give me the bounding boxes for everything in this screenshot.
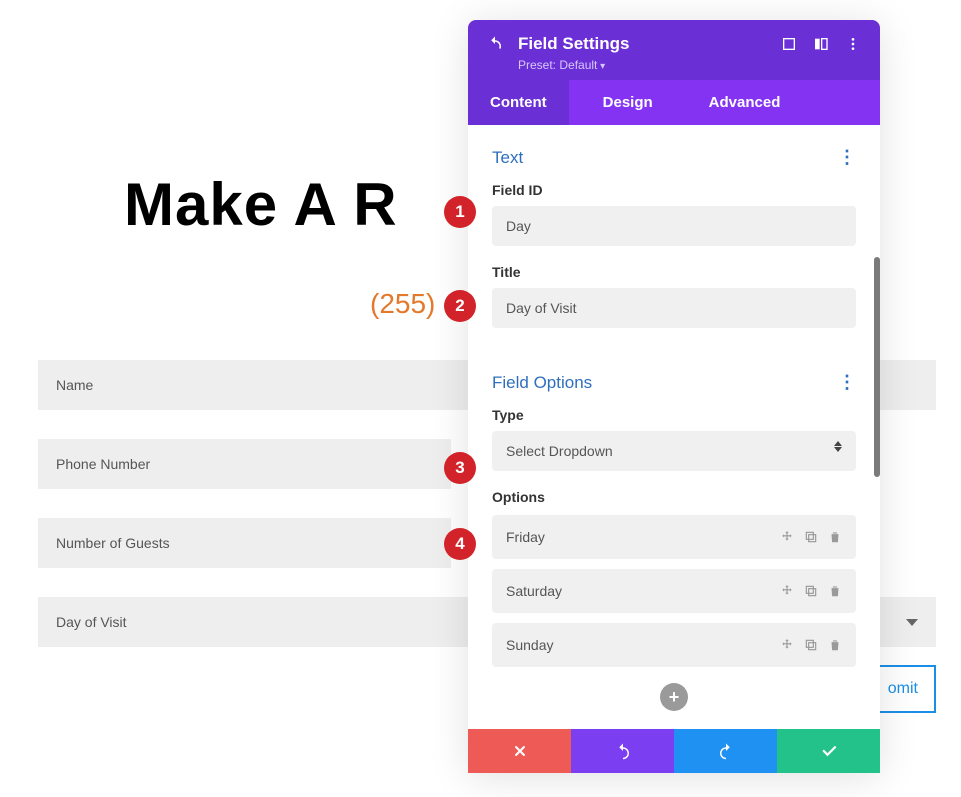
- submit-button-label: omit: [888, 680, 918, 698]
- annotation-marker-3: 3: [444, 452, 476, 484]
- confirm-button[interactable]: [777, 729, 880, 773]
- option-label: Sunday: [506, 637, 780, 653]
- move-icon[interactable]: [780, 638, 794, 652]
- panel-body: Text ⋮ Field ID Day Title Day of Visit F…: [468, 125, 880, 729]
- duplicate-icon[interactable]: [804, 530, 818, 544]
- duplicate-icon[interactable]: [804, 584, 818, 598]
- option-row[interactable]: Saturday: [492, 569, 856, 613]
- field-id-block: Field ID Day: [468, 178, 880, 260]
- field-settings-panel: Field Settings Preset: Default Content D…: [468, 20, 880, 773]
- options-label: Options: [492, 489, 856, 505]
- tabs: Content Design Advanced: [468, 80, 880, 125]
- trash-icon[interactable]: [828, 638, 842, 652]
- tab-design[interactable]: Design: [581, 80, 675, 125]
- trash-icon[interactable]: [828, 530, 842, 544]
- option-controls: [780, 638, 842, 652]
- option-row[interactable]: Friday: [492, 515, 856, 559]
- add-option-row: +: [492, 677, 856, 729]
- option-label: Saturday: [506, 583, 780, 599]
- redo-button[interactable]: [674, 729, 777, 773]
- move-icon[interactable]: [780, 530, 794, 544]
- option-controls: [780, 530, 842, 544]
- expand-icon[interactable]: [780, 35, 798, 53]
- tab-content[interactable]: Content: [468, 80, 569, 125]
- annotation-marker-4: 4: [444, 528, 476, 560]
- field-id-label: Field ID: [492, 182, 856, 198]
- tab-advanced[interactable]: Advanced: [687, 80, 803, 125]
- type-label: Type: [492, 407, 856, 423]
- cancel-button[interactable]: [468, 729, 571, 773]
- options-list: Options Friday Saturday Sunday: [468, 485, 880, 729]
- field-id-input[interactable]: Day: [492, 206, 856, 246]
- annotation-marker-1: 1: [444, 196, 476, 228]
- kebab-menu-icon[interactable]: [844, 35, 862, 53]
- panel-footer: [468, 729, 880, 773]
- section-text-label: Text: [492, 148, 523, 168]
- duplicate-icon[interactable]: [804, 638, 818, 652]
- layout-icon[interactable]: [812, 35, 830, 53]
- type-block: Type Select Dropdown: [468, 403, 880, 485]
- section-header-text[interactable]: Text ⋮: [468, 125, 880, 178]
- option-controls: [780, 584, 842, 598]
- sort-icon: [834, 441, 842, 452]
- phone-input-placeholder: Phone Number: [56, 456, 150, 472]
- name-input-placeholder: Name: [56, 377, 93, 393]
- title-label: Title: [492, 264, 856, 280]
- option-label: Friday: [506, 529, 780, 545]
- guests-input[interactable]: Number of Guests: [38, 518, 451, 568]
- guests-input-placeholder: Number of Guests: [56, 535, 170, 551]
- panel-header: Field Settings Preset: Default: [468, 20, 880, 80]
- section-text-menu-icon[interactable]: ⋮: [838, 147, 856, 168]
- section-field-options-label: Field Options: [492, 373, 592, 393]
- trash-icon[interactable]: [828, 584, 842, 598]
- section-field-options-menu-icon[interactable]: ⋮: [838, 372, 856, 393]
- undo-button[interactable]: [571, 729, 674, 773]
- phone-display: (255): [370, 288, 435, 320]
- back-icon[interactable]: [486, 35, 504, 53]
- preset-selector[interactable]: Preset: Default: [518, 58, 862, 72]
- add-option-button[interactable]: +: [660, 683, 688, 711]
- move-icon[interactable]: [780, 584, 794, 598]
- chevron-down-icon: [906, 619, 918, 626]
- title-block: Title Day of Visit: [468, 260, 880, 342]
- page-title: Make A R: [124, 170, 398, 239]
- panel-title: Field Settings: [518, 34, 766, 54]
- type-select[interactable]: Select Dropdown: [492, 431, 856, 471]
- phone-input[interactable]: Phone Number: [38, 439, 451, 489]
- title-input[interactable]: Day of Visit: [492, 288, 856, 328]
- day-select-placeholder: Day of Visit: [56, 614, 127, 630]
- annotation-marker-2: 2: [444, 290, 476, 322]
- scrollbar[interactable]: [874, 257, 880, 477]
- section-header-field-options[interactable]: Field Options ⋮: [468, 342, 880, 403]
- option-row[interactable]: Sunday: [492, 623, 856, 667]
